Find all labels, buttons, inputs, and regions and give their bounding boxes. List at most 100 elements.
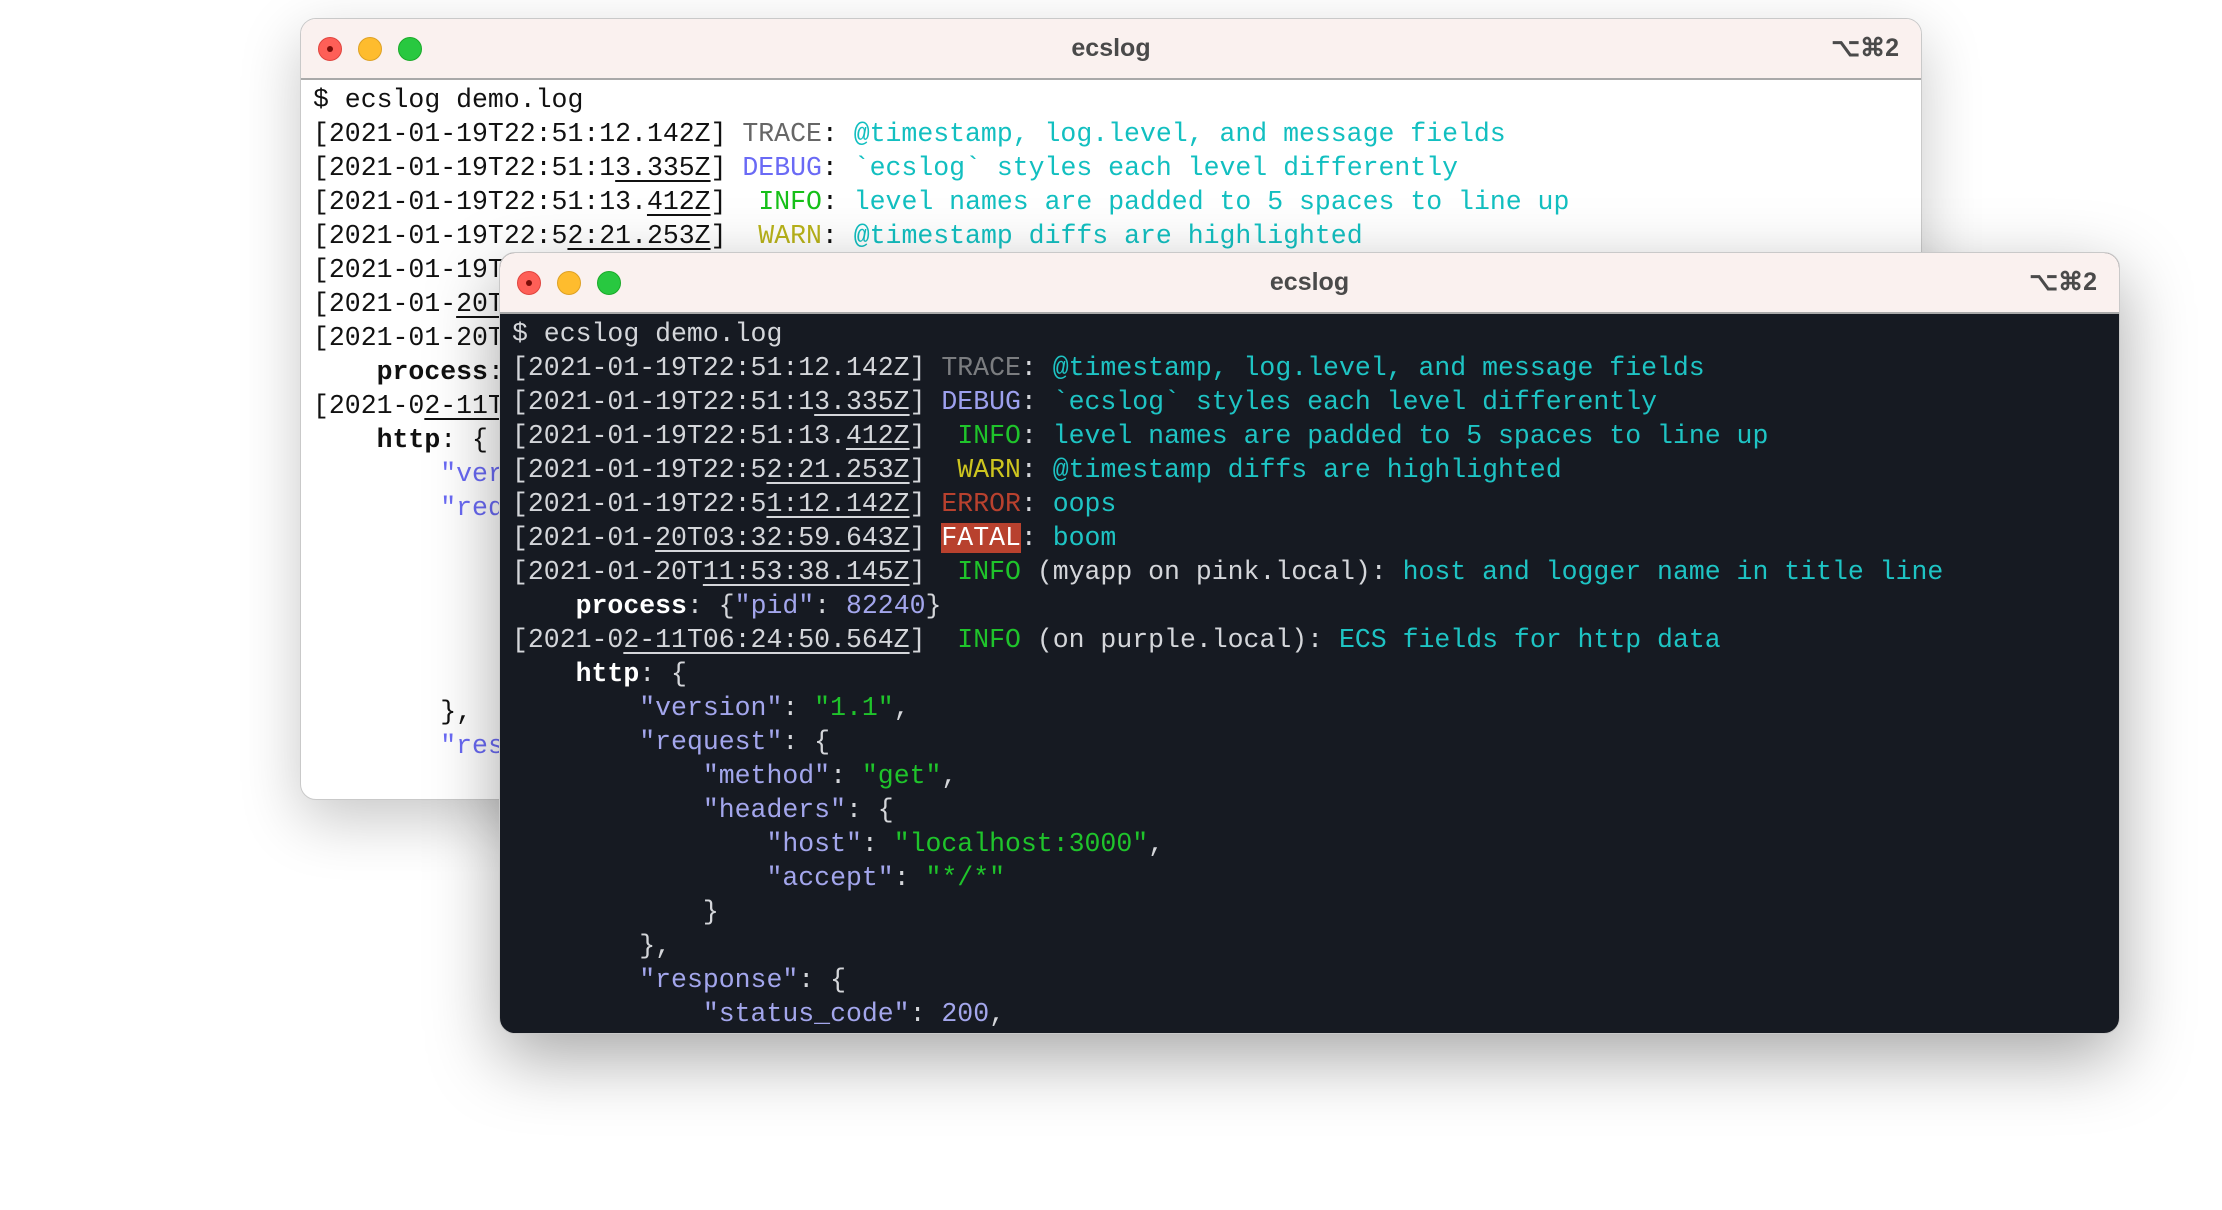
timestamp-diff: 2:21.253Z — [567, 221, 711, 251]
punctuation: : — [861, 829, 894, 859]
log-line: "request": { — [512, 725, 2107, 759]
timestamp: [2021-01-20T — [512, 557, 703, 587]
text — [512, 727, 639, 757]
timestamp-diff: 3.335Z — [615, 153, 711, 183]
text — [512, 693, 639, 723]
timestamp: [2021-01-19T22:51:1 — [512, 387, 815, 417]
log-line: [2021-01-19T22:51:12.142Z] TRACE: @times… — [512, 351, 2107, 385]
field-name: process — [376, 357, 488, 387]
field-name: http — [376, 425, 441, 455]
log-message: @timestamp, log.level, and message field… — [853, 119, 1506, 149]
timestamp: [2021-01-19T22:51:13. — [313, 187, 647, 217]
log-line: [2021-01-20T11:53:38.145Z] INFO (myapp o… — [512, 555, 2107, 589]
timestamp: [2021-01-19T22:5 — [313, 221, 568, 251]
log-line: [2021-01-20T03:32:59.643Z] FATAL: boom — [512, 521, 2107, 555]
punctuation: } — [313, 663, 520, 693]
text: $ ecslog demo.log — [512, 319, 783, 349]
text — [925, 387, 941, 417]
text — [512, 659, 576, 689]
punctuation: : — [1020, 523, 1053, 553]
text — [313, 731, 440, 761]
window-title: ecslog — [1269, 268, 1350, 296]
punctuation: : — [893, 863, 926, 893]
timestamp-diff: 412Z — [646, 187, 711, 217]
timestamp: ] — [710, 153, 727, 183]
json-key: "host" — [766, 829, 862, 859]
text — [512, 965, 639, 995]
command-line: $ ecslog demo.log — [512, 317, 2107, 351]
text — [313, 527, 504, 557]
text — [727, 187, 759, 217]
timestamp: ] — [710, 187, 727, 217]
text — [726, 153, 742, 183]
timestamp: [2021-01- — [512, 523, 656, 553]
text — [512, 829, 766, 859]
text: $ ecslog demo.log — [313, 85, 584, 115]
title-bar[interactable]: ecslog ⌥⌘2 — [500, 253, 2119, 314]
window-title: ecslog — [1071, 34, 1151, 62]
timestamp: ] — [909, 489, 926, 519]
punctuation: : — [1020, 353, 1053, 383]
timestamp: ] — [909, 557, 926, 587]
json-string: "1.1" — [814, 693, 894, 723]
log-line: "headers": { — [512, 793, 2107, 827]
punctuation: : — [1020, 455, 1053, 485]
timestamp: [2021-01-19T22:51:13. — [512, 421, 846, 451]
json-key: "status_code" — [702, 999, 910, 1029]
json-key: "pid" — [734, 591, 815, 621]
punctuation: : — [821, 153, 854, 183]
timestamp-diff: 2-11T06:24:50.564Z — [623, 625, 910, 655]
punctuation: : { — [440, 425, 488, 455]
punctuation: : { — [845, 795, 894, 825]
punctuation: , — [893, 693, 910, 723]
level-trace: TRACE — [742, 119, 822, 149]
log-line: [2021-01-19T22:51:12.142Z] ERROR: oops — [512, 487, 2107, 521]
timestamp: ] — [710, 221, 727, 251]
json-string: "localhost:3000" — [893, 829, 1149, 859]
log-line: "method": "get", — [512, 759, 2107, 793]
command-line: $ ecslog demo.log — [313, 83, 1909, 117]
punctuation: : — [1020, 489, 1053, 519]
field-name: http — [575, 659, 640, 689]
timestamp: [2021-01-19T22:51:12.142Z] — [512, 353, 926, 383]
text — [726, 119, 742, 149]
text — [512, 863, 766, 893]
punctuation: : { — [798, 965, 846, 995]
log-message: level names are padded to 5 spaces to li… — [853, 187, 1570, 217]
punctuation: : — [821, 119, 854, 149]
text — [925, 625, 957, 655]
timestamp: [2021-01-19T22:5 — [512, 455, 767, 485]
timestamp-diff: 2:21.253Z — [766, 455, 910, 485]
level-warn: WARN — [957, 455, 1021, 485]
punctuation: , — [1148, 829, 1165, 859]
text — [512, 795, 703, 825]
json-key: "version" — [639, 693, 783, 723]
timestamp-diff: 1:12.142Z — [766, 489, 910, 519]
log-line: [2021-01-19T22:51:13.412Z] INFO: level n… — [313, 185, 1909, 219]
punctuation: : { — [639, 659, 687, 689]
window-shortcut: ⌥⌘2 — [1831, 34, 1899, 62]
text — [313, 493, 440, 523]
punctuation: } — [925, 591, 942, 621]
timestamp-diff: 412Z — [845, 421, 910, 451]
terminal-window-dark[interactable]: ecslog ⌥⌘2 $ ecslog demo.log [2021-01-19T… — [499, 252, 2120, 1034]
level-info: INFO — [758, 187, 822, 217]
timestamp: [2021-0 — [512, 625, 624, 655]
text — [313, 357, 377, 387]
punctuation: }, — [512, 931, 672, 961]
terminal-output[interactable]: $ ecslog demo.log [2021-01-19T22:51:12.14… — [500, 314, 2119, 1031]
punctuation: : — [821, 187, 854, 217]
log-message: level names are padded to 5 spaces to li… — [1052, 421, 1769, 451]
text — [926, 421, 958, 451]
level-error: ERROR — [941, 489, 1021, 519]
json-key: "accept" — [766, 863, 894, 893]
punctuation: , — [941, 761, 958, 791]
text: (on purple.local): — [1020, 625, 1339, 655]
title-bar[interactable]: ecslog ⌥⌘2 — [301, 19, 1921, 80]
log-message: `ecslog` styles each level differently — [1052, 387, 1658, 417]
timestamp-diff: 20T03:32:59.643Z — [655, 523, 910, 553]
timestamp: ] — [909, 455, 926, 485]
text — [726, 221, 758, 251]
log-line: [2021-02-11T06:24:50.564Z] INFO (on purp… — [512, 623, 2107, 657]
log-message: @timestamp diffs are highlighted — [853, 221, 1363, 251]
